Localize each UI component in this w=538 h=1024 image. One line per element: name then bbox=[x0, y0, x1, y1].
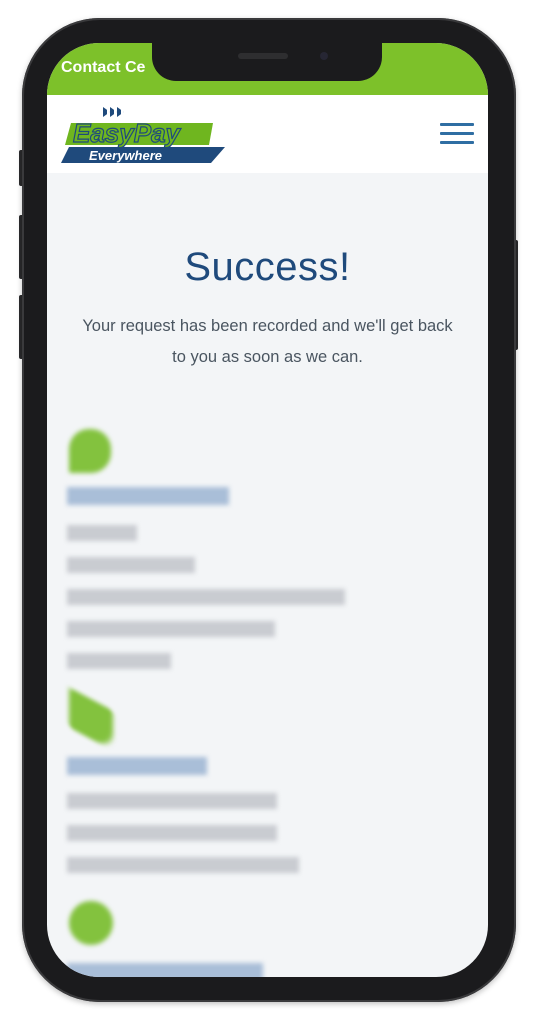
contact-line bbox=[67, 793, 277, 809]
menu-icon[interactable] bbox=[440, 123, 474, 145]
phone-screen: Contact Ce EasyPay Everywhere Success! Y… bbox=[47, 43, 488, 977]
address-line bbox=[67, 557, 195, 573]
phone-icon bbox=[69, 687, 113, 751]
contact-line bbox=[67, 857, 299, 873]
easypay-logo[interactable]: EasyPay Everywhere bbox=[61, 105, 227, 167]
address-line bbox=[67, 653, 171, 669]
success-message: Your request has been recorded and we'll… bbox=[82, 317, 453, 366]
address-line bbox=[67, 525, 137, 541]
contact-line bbox=[67, 825, 277, 841]
page-title: Success! bbox=[184, 245, 351, 289]
contact-center-link[interactable]: Contact Ce bbox=[61, 59, 145, 77]
address-line bbox=[67, 589, 345, 605]
phone-notch bbox=[152, 43, 382, 81]
logo-text-easypay: EasyPay bbox=[73, 118, 182, 148]
contact-heading bbox=[67, 757, 207, 775]
hours-heading bbox=[67, 963, 263, 977]
speaker bbox=[238, 53, 288, 59]
clock-icon bbox=[69, 901, 113, 945]
site-header: EasyPay Everywhere bbox=[47, 95, 488, 173]
logo-text-everywhere: Everywhere bbox=[89, 148, 162, 163]
address-line bbox=[67, 621, 275, 637]
front-camera bbox=[320, 52, 328, 60]
address-heading bbox=[67, 487, 229, 505]
location-icon bbox=[69, 429, 111, 473]
